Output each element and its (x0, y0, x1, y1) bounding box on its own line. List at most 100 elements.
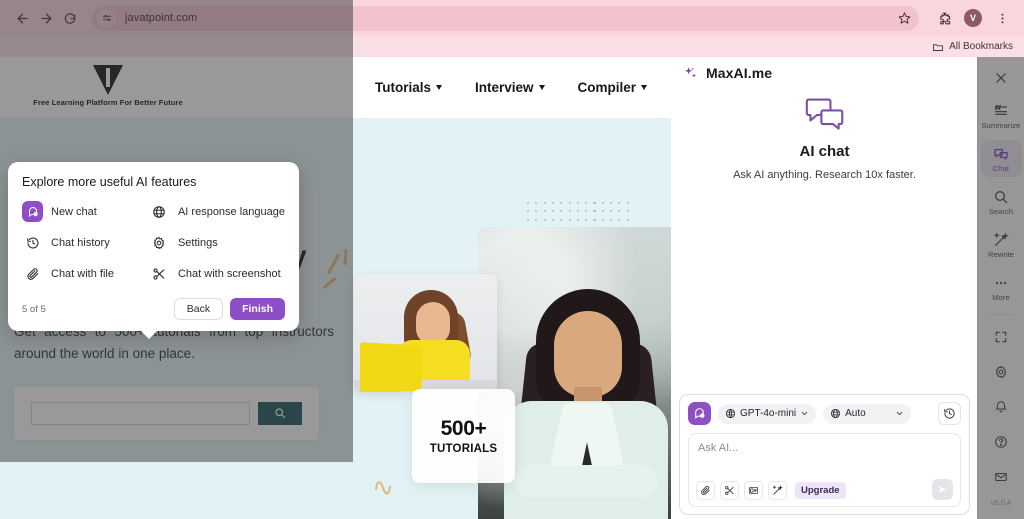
rail-item-search[interactable]: Search (981, 183, 1022, 220)
version-label: v5.0.4 (990, 498, 1012, 507)
chat-icon (993, 146, 1009, 162)
star-icon[interactable] (898, 12, 911, 25)
composer-tools: Upgrade (696, 481, 846, 500)
popover-item-chat-with-file[interactable]: Chat with file (22, 263, 141, 284)
all-bookmarks-button[interactable]: All Bookmarks (932, 41, 1013, 53)
close-icon[interactable] (988, 65, 1014, 91)
upgrade-button[interactable]: Upgrade (795, 482, 846, 499)
attachment-icon (22, 263, 43, 284)
magic-wand-icon[interactable] (768, 481, 787, 500)
logo-tagline: Free Learning Platform For Better Future (33, 98, 183, 107)
all-bookmarks-label: All Bookmarks (949, 41, 1013, 52)
prompt-card-icon[interactable] (744, 481, 763, 500)
hero-photo-secondary (354, 274, 497, 392)
popover-item-chat-history[interactable]: Chat history (22, 232, 141, 253)
browser-toolbar: javatpoint.com V (0, 0, 1024, 36)
globe-icon (148, 201, 170, 222)
back-button[interactable]: Back (173, 298, 224, 320)
chat-input-area[interactable]: Ask AI... Upgrade (688, 433, 961, 507)
chat-empty-subtitle: Ask AI anything. Research 10x faster. (733, 169, 916, 181)
decorative-squiggle: ∿ (370, 470, 396, 504)
rail-item-summarize[interactable]: Summarize (981, 97, 1022, 134)
reload-button[interactable] (58, 6, 82, 30)
search-icon (993, 189, 1009, 205)
popover-feature-grid: New chat AI response language Chat histo… (22, 201, 285, 284)
divider (987, 314, 1015, 315)
popover-item-ai-response-language[interactable]: AI response language (148, 201, 285, 222)
rail-item-rewrite[interactable]: Rewrite (981, 226, 1022, 263)
rewrite-icon (993, 232, 1009, 248)
chevron-down-icon (641, 85, 648, 90)
language-selector[interactable]: Auto (823, 403, 912, 424)
nav-item-label: Tutorials (375, 80, 432, 95)
popover-item-label: AI response language (177, 205, 285, 218)
forward-button[interactable] (34, 6, 58, 30)
popover-item-label: New chat (51, 205, 97, 218)
attachment-icon[interactable] (696, 481, 715, 500)
model-label: GPT-4o-mini (740, 408, 797, 419)
back-button[interactable] (10, 6, 34, 30)
nav-item-label: Interview (475, 80, 534, 95)
stat-label: TUTORIALS (429, 443, 498, 455)
search-input[interactable] (31, 401, 250, 425)
expand-icon[interactable] (986, 322, 1016, 352)
maxai-avatar-icon[interactable] (688, 402, 711, 425)
stat-card: 500+ TUTORIALS (412, 389, 515, 483)
popover-item-label: Chat with file (51, 267, 114, 280)
popover-item-label: Chat with screenshot (177, 267, 281, 280)
rail-item-label: More (992, 293, 1010, 302)
maxai-brand-label: MaxAI.me (706, 65, 773, 81)
folder-icon (932, 41, 944, 53)
model-icon (725, 408, 736, 419)
rail-item-label: Chat (992, 164, 1010, 173)
composer-toolbar: GPT-4o-mini Auto (688, 402, 961, 425)
search-icon (274, 407, 286, 419)
maxai-sidebar-rail: Summarize Chat Search Rewrite More v5.0.… (977, 57, 1024, 519)
javatpoint-logo-icon (93, 65, 123, 95)
site-settings-icon[interactable] (97, 8, 116, 28)
popover-footer: 5 of 5 Back Finish (22, 298, 285, 320)
address-bar[interactable]: javatpoint.com (92, 5, 919, 31)
profile-avatar[interactable]: V (961, 6, 985, 30)
onboarding-popover: Explore more useful AI features New chat… (8, 162, 299, 339)
history-icon (22, 232, 43, 253)
rail-item-label: Rewrite (987, 250, 1015, 259)
popover-item-label: Chat history (51, 236, 110, 249)
maxai-header: MaxAI.me (671, 57, 978, 89)
scissors-icon (148, 263, 170, 284)
popover-item-chat-with-screenshot[interactable]: Chat with screenshot (148, 263, 285, 284)
site-nav: Tutorials Interview Compiler (375, 57, 648, 118)
popover-item-new-chat[interactable]: New chat (22, 201, 141, 222)
address-bar-url: javatpoint.com (125, 12, 198, 24)
new-chat-icon (22, 201, 43, 222)
model-selector[interactable]: GPT-4o-mini (718, 403, 817, 424)
chat-empty-title: AI chat (799, 143, 850, 160)
chat-empty-state: AI chat Ask AI anything. Research 10x fa… (671, 95, 978, 181)
chevron-down-icon (538, 85, 545, 90)
scissors-icon[interactable] (720, 481, 739, 500)
dot-grid-decoration (527, 202, 637, 228)
gear-icon[interactable] (986, 357, 1016, 387)
nav-item-compiler[interactable]: Compiler (578, 80, 648, 95)
popover-tail (140, 330, 158, 339)
popover-item-label: Settings (177, 236, 218, 249)
send-button[interactable] (932, 479, 953, 500)
search-button[interactable] (258, 401, 302, 425)
screen: javatpoint.com V All Bookmarks Free Lear… (0, 0, 1024, 519)
site-logo[interactable]: Free Learning Platform For Better Future (22, 65, 194, 107)
three-dot-menu-icon[interactable] (990, 6, 1014, 30)
nav-item-interview[interactable]: Interview (475, 80, 545, 95)
bell-icon[interactable] (986, 392, 1016, 422)
rail-item-chat[interactable]: Chat (980, 140, 1022, 177)
rail-item-more[interactable]: More (981, 269, 1022, 306)
history-icon[interactable] (938, 402, 961, 425)
finish-button[interactable]: Finish (230, 298, 285, 320)
popover-item-settings[interactable]: Settings (148, 232, 285, 253)
gear-icon (148, 232, 170, 253)
mail-icon[interactable] (986, 462, 1016, 492)
help-icon[interactable] (986, 427, 1016, 457)
popover-title: Explore more useful AI features (22, 175, 197, 189)
extensions-puzzle-icon[interactable] (932, 6, 956, 30)
nav-item-tutorials[interactable]: Tutorials (375, 80, 443, 95)
stat-number: 500+ (440, 417, 487, 440)
